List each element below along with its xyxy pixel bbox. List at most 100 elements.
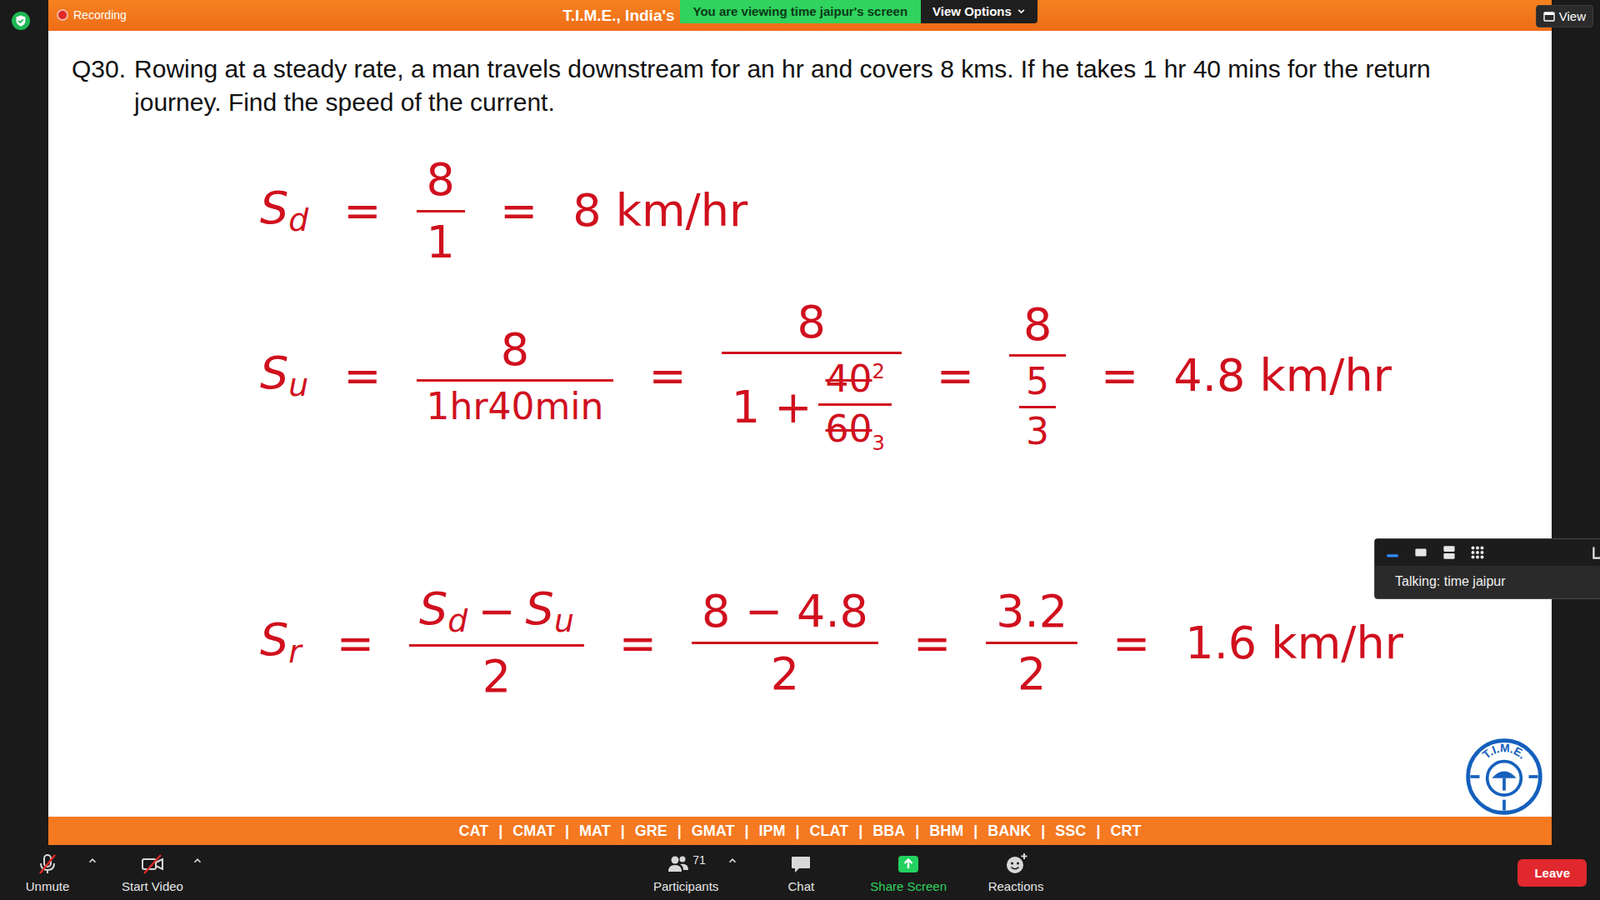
- minimize-icon[interactable]: [1383, 543, 1402, 562]
- toolbar-right: Leave: [1053, 859, 1600, 887]
- result: 4.8 km/hr: [1173, 350, 1392, 400]
- exam-item: BANK: [987, 822, 1031, 840]
- shared-screen: Recording T.I.M.E., India'sYou are viewin…: [48, 0, 1552, 845]
- question: Q30.Rowing at a steady rate, a man trave…: [71, 52, 1552, 120]
- exam-item: BBA: [872, 822, 905, 840]
- exam-item: CAT: [459, 822, 490, 840]
- toolbar-item: Unmute: [10, 848, 99, 897]
- recording-dot: [58, 10, 67, 20]
- question-text: Rowing at a steady rate, a man travels d…: [134, 52, 1501, 120]
- chat-bubble-icon: [788, 851, 814, 877]
- exam-bar: CAT | CMAT | MAT | GRE | GMAT | IPM | CLAT | BBA | BHM | B…: [48, 816, 1552, 845]
- slide-title: T.I.M.E., India's: [562, 0, 680, 25]
- stacked-view-icon[interactable]: [1440, 543, 1459, 562]
- share-button[interactable]: Share Screen: [863, 848, 954, 897]
- fraction: 8 − 4.82: [691, 586, 879, 699]
- single-view-icon[interactable]: [1411, 543, 1430, 562]
- microphone-icon: [35, 851, 60, 877]
- exam-item: CRT: [1110, 822, 1141, 840]
- toolbar-item: Reactions: [978, 848, 1054, 897]
- exam-separator: |: [565, 822, 570, 840]
- exam-separator: |: [744, 822, 749, 840]
- exam-item: GRE: [635, 822, 668, 840]
- video-button[interactable]: Start Video: [115, 848, 190, 897]
- layout-icon: [1543, 10, 1555, 23]
- operator: =: [336, 618, 375, 668]
- recording-label: Recording: [73, 8, 127, 22]
- chevron-up-icon[interactable]: [726, 855, 739, 867]
- left-gutter: [0, 0, 49, 845]
- operator: =: [500, 185, 538, 235]
- leave-button[interactable]: Leave: [1517, 859, 1587, 887]
- result: 1.6 km/hr: [1185, 618, 1404, 668]
- fraction: 3.22: [985, 586, 1078, 699]
- participant-count: 71: [692, 853, 706, 867]
- exam-item: IPM: [758, 822, 785, 840]
- exam-item: GMAT: [691, 822, 735, 840]
- share-screen-icon: [895, 851, 921, 877]
- recording-indicator[interactable]: Recording: [48, 0, 563, 22]
- share-banner-group: T.I.M.E., India'sYou are viewing time ja…: [562, 0, 1038, 25]
- mic-button[interactable]: Unmute: [10, 848, 85, 897]
- toolbar-item: Share Screen: [863, 848, 954, 897]
- exam-separator: |: [915, 822, 920, 840]
- operator: =: [343, 350, 381, 400]
- chevron-up-icon[interactable]: [86, 855, 99, 867]
- svg-text:T.I.M.E.: T.I.M.E.: [1480, 740, 1530, 761]
- exam-separator: |: [973, 822, 978, 840]
- toolbar-center: 71Participants Chat Share Screen Reactions: [546, 848, 1054, 897]
- reactions-icon: [1003, 851, 1029, 877]
- fraction: 81: [416, 155, 465, 267]
- chevron-down-icon: [1016, 6, 1026, 16]
- grid-view-icon[interactable]: [1468, 543, 1487, 562]
- exam-separator: |: [795, 822, 800, 840]
- handwritten-working: Sd=81=8 km/hrSu=81hr40min=81 +402603=853…: [260, 152, 1552, 701]
- view-options-button[interactable]: View Options: [920, 0, 1038, 24]
- participants-icon: [665, 851, 691, 877]
- chat-button[interactable]: Chat: [763, 848, 839, 897]
- exam-separator: |: [858, 822, 863, 840]
- meeting-toolbar: Unmute Start Video 71Participants Chat Share…: [0, 845, 1600, 900]
- toolbar-left: Unmute Start Video: [0, 848, 547, 897]
- exam-item: SSC: [1055, 822, 1086, 840]
- toolbar-item: Chat: [763, 848, 839, 897]
- exit-fullscreen-icon[interactable]: [1590, 543, 1600, 562]
- exam-item: MAT: [579, 822, 611, 840]
- operator: =: [619, 618, 657, 668]
- operator: =: [648, 350, 686, 400]
- meeting-stage: Recording T.I.M.E., India'sYou are viewin…: [0, 0, 1600, 845]
- viewing-banner: You are viewing time jaipur's screen: [680, 0, 922, 24]
- right-gutter: [1551, 0, 1600, 845]
- operator: =: [1112, 618, 1150, 668]
- working-line: Sr=Sd−Su2=8 − 4.82=3.22=1.6 km/hr: [260, 584, 1552, 701]
- operator: =: [1100, 350, 1139, 400]
- video-camera-icon: [140, 851, 165, 877]
- result: 8 km/hr: [572, 185, 748, 235]
- slide: Q30.Rowing at a steady rate, a man trave…: [48, 30, 1552, 817]
- exam-separator: |: [1095, 822, 1100, 840]
- variable: Sr: [260, 615, 302, 670]
- participants-button[interactable]: 71Participants: [646, 848, 725, 897]
- toolbar-item: Start Video: [115, 848, 204, 897]
- talking-panel[interactable]: Talking: time jaipur: [1374, 538, 1600, 600]
- talking-indicator: Talking: time jaipur: [1375, 565, 1600, 599]
- question-number: Q30.: [71, 52, 126, 120]
- exam-item: BHM: [929, 822, 964, 840]
- view-button[interactable]: View: [1535, 5, 1594, 28]
- fraction: Sd−Su2: [409, 584, 585, 701]
- exam-item: CMAT: [512, 822, 555, 840]
- working-line: Su=81hr40min=81 +402603=853=4.8 km/hr: [260, 292, 1552, 460]
- security-shield-icon[interactable]: [11, 11, 30, 30]
- panel-controls: [1375, 539, 1600, 566]
- exam-separator: |: [498, 822, 503, 840]
- reactions-button[interactable]: Reactions: [978, 848, 1054, 897]
- toolbar-item: 71Participants: [646, 848, 739, 897]
- zoom-window: Recording T.I.M.E., India'sYou are viewin…: [0, 0, 1600, 900]
- exam-item: CLAT: [810, 822, 850, 840]
- exam-separator: |: [620, 822, 625, 840]
- fraction: 81hr40min: [416, 325, 615, 428]
- nested-fraction: 853: [1009, 300, 1066, 452]
- chevron-up-icon[interactable]: [191, 855, 204, 867]
- variable: Sd: [260, 183, 309, 239]
- operator: =: [343, 185, 381, 235]
